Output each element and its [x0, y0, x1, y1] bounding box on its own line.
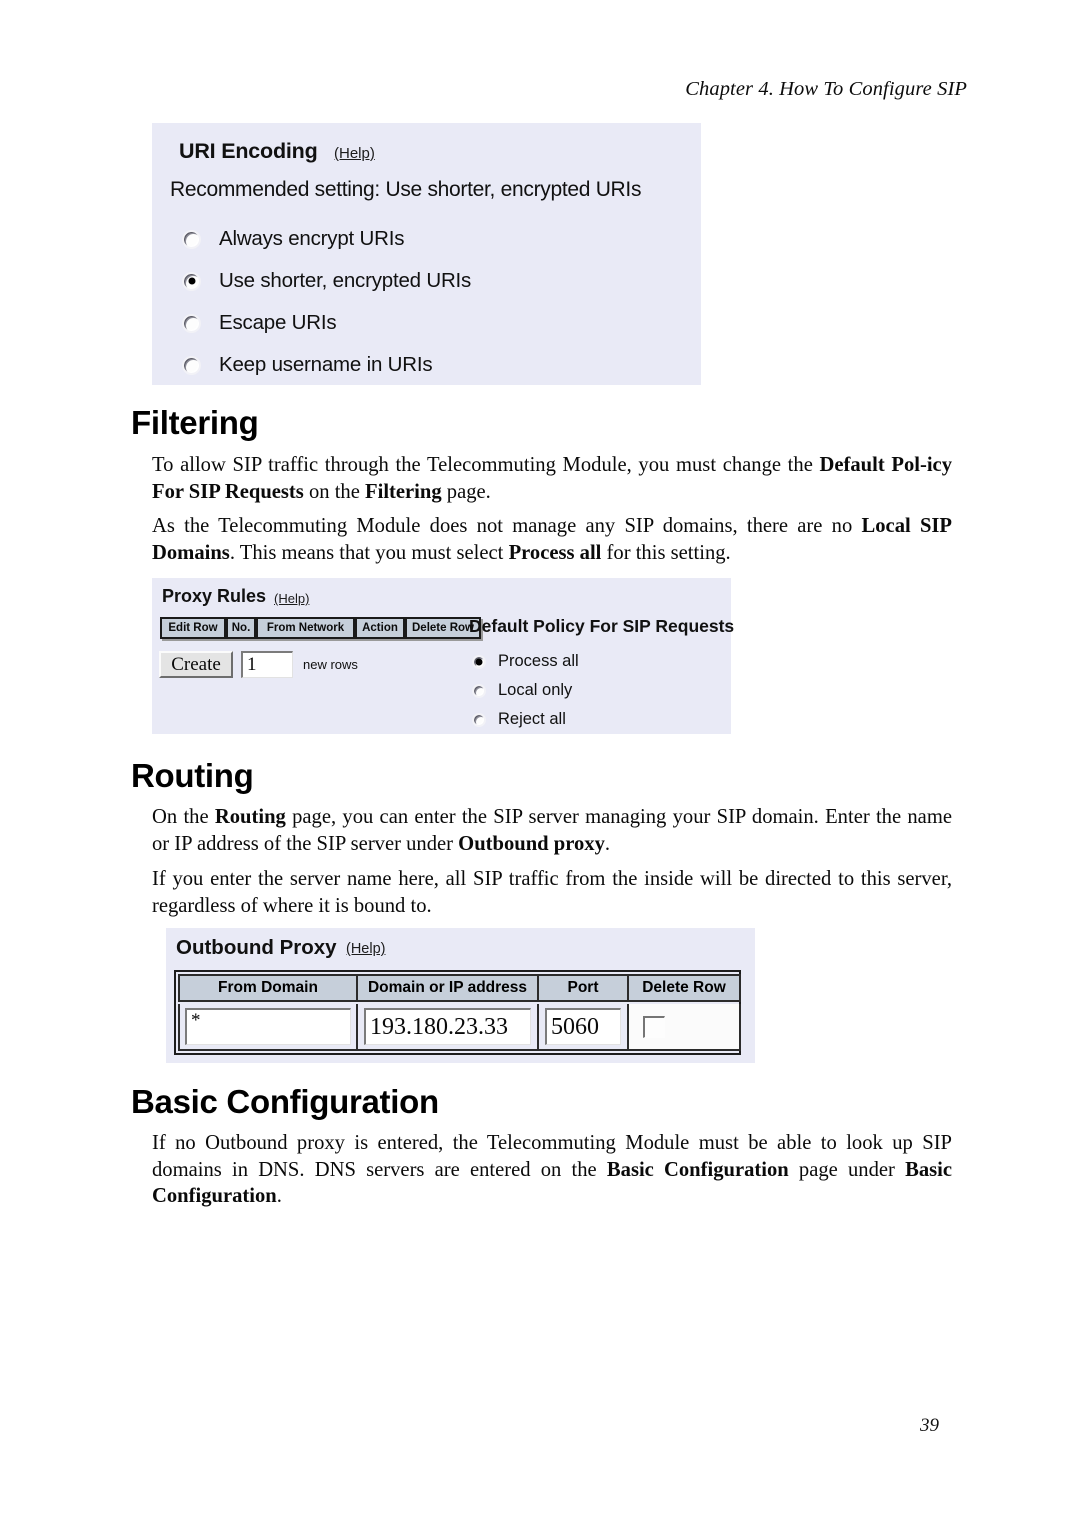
text-run: on the	[303, 480, 366, 503]
text-run: page.	[441, 480, 491, 503]
proxy-rules-help-link[interactable]: (Help)	[274, 591, 309, 606]
default-policy-option-reject-all[interactable]: Reject all	[472, 710, 566, 729]
text-run-bold: Basic Configuration	[606, 1158, 789, 1181]
radio-icon[interactable]	[472, 712, 486, 727]
radio-icon[interactable]	[182, 355, 201, 375]
uri-encoding-option-use-shorter[interactable]: .radio.checked::after{width:7px;height:7…	[182, 269, 471, 293]
column-header-action[interactable]: Action	[355, 617, 405, 639]
column-header-label: Delete Row	[642, 979, 726, 996]
option-label: Local only	[498, 681, 573, 699]
column-header-from-network[interactable]: From Network	[256, 617, 355, 639]
page-number: 39	[920, 1415, 939, 1436]
column-header-label: Domain or IP address	[367, 979, 528, 996]
cell-from-domain: *	[178, 1004, 358, 1051]
text-run-bold: Domains	[152, 541, 230, 564]
option-label: Always encrypt URIs	[219, 227, 405, 250]
uri-encoding-title: URI Encoding	[179, 139, 318, 163]
basic-configuration-paragraph-1: If no Outbound proxy is entered, the Tel…	[152, 1130, 952, 1210]
filtering-paragraph-1: To allow SIP traffic through the Telecom…	[152, 452, 952, 505]
default-policy-title: Default Policy For SIP Requests	[469, 616, 735, 636]
option-label: Escape URIs	[219, 311, 337, 334]
radio-icon[interactable]	[182, 229, 201, 249]
routing-heading: Routing	[131, 757, 254, 794]
uri-encoding-panel: URI Encoding (Help) Recommended setting:…	[152, 123, 701, 385]
text-run: . This means that you must select	[229, 541, 509, 564]
proxy-rules-title: Proxy Rules	[162, 586, 267, 606]
text-run-bold: Outbound proxy	[458, 832, 605, 855]
filtering-heading: Filtering	[131, 404, 259, 441]
text-run: for this setting.	[601, 541, 731, 564]
column-header-label: From Domain	[218, 979, 318, 996]
create-rows-control: Create 1 new rows	[159, 651, 358, 678]
basic-configuration-heading: Basic Configuration	[131, 1083, 439, 1120]
text-run-bold: Default Pol-	[819, 454, 927, 476]
radio-selected-icon[interactable]: .radio.checked::after{width:7px;height:7…	[182, 271, 201, 291]
default-policy-option-process-all[interactable]: Process all	[472, 652, 579, 671]
proxy-rules-panel: Proxy Rules (Help) Edit Row No. From Net…	[152, 578, 735, 734]
text-run: .	[604, 832, 611, 855]
column-header-port[interactable]: Port	[539, 974, 629, 1002]
text-run: page under	[788, 1158, 906, 1181]
outbound-proxy-help-link[interactable]: (Help)	[346, 941, 385, 957]
uri-encoding-option-escape-uris[interactable]: Escape URIs	[182, 311, 337, 335]
outbound-proxy-title: Outbound Proxy	[176, 936, 337, 959]
column-header-edit-row[interactable]: Edit Row	[160, 617, 226, 639]
table-header-row: From Domain Domain or IP address Port De…	[178, 974, 741, 1002]
option-label: Process all	[498, 652, 579, 670]
option-label: Keep username in URIs	[219, 353, 433, 376]
uri-encoding-help-link[interactable]: (Help)	[334, 145, 375, 162]
column-header-label: Port	[567, 979, 599, 996]
text-run: .	[276, 1185, 282, 1207]
text-run-bold: Routing	[214, 806, 286, 828]
cell-delete-row	[629, 1004, 741, 1051]
radio-selected-icon[interactable]	[472, 654, 486, 669]
column-header-domain-or-ip[interactable]: Domain or IP address	[358, 974, 539, 1002]
proxy-rules-header-row: Edit Row No. From Network Action Delete …	[160, 617, 481, 639]
outbound-proxy-table: From Domain Domain or IP address Port De…	[174, 970, 741, 1055]
cell-domain-or-ip: 193.180.23.33	[358, 1004, 539, 1051]
table-row: * 193.180.23.33 5060	[178, 1004, 741, 1051]
text-run-bold: Filtering	[365, 480, 442, 503]
option-label: Reject all	[498, 710, 566, 728]
routing-paragraph-1: On the Routing page, you can enter the S…	[152, 804, 952, 857]
domain-or-ip-input[interactable]: 193.180.23.33	[364, 1008, 531, 1045]
running-head: Chapter 4. How To Configure SIP	[685, 78, 967, 100]
text-run-bold: Basic	[905, 1158, 952, 1181]
new-rows-input[interactable]: 1	[241, 651, 293, 678]
column-header-delete-row[interactable]: Delete Row	[629, 974, 741, 1002]
outbound-proxy-panel: Outbound Proxy (Help) From Domain Domain…	[166, 928, 755, 1063]
radio-icon[interactable]	[182, 313, 201, 333]
delete-row-checkbox[interactable]	[643, 1015, 665, 1038]
text-run-bold: Configuration	[152, 1185, 277, 1207]
option-label: Use shorter, encrypted URIs	[219, 269, 472, 292]
uri-encoding-option-always-encrypt[interactable]: Always encrypt URIs	[182, 227, 405, 251]
routing-paragraph-2: If you enter the server name here, all S…	[152, 868, 952, 917]
text-run-bold: Local SIP	[861, 515, 952, 537]
text-run-bold: Process all	[508, 541, 602, 564]
cell-port: 5060	[539, 1004, 629, 1051]
uri-encoding-option-keep-username[interactable]: Keep username in URIs	[182, 353, 433, 377]
radio-icon[interactable]	[472, 683, 486, 698]
create-button[interactable]: Create	[159, 651, 233, 678]
column-header-from-domain[interactable]: From Domain	[178, 974, 358, 1002]
new-rows-label: new rows	[303, 657, 358, 672]
text-run: To allow SIP traffic through the Telecom…	[152, 454, 820, 476]
uri-encoding-recommendation: Recommended setting: Use shorter, encryp…	[170, 178, 642, 201]
column-header-no[interactable]: No.	[226, 617, 256, 639]
default-policy-option-local-only[interactable]: Local only	[472, 681, 572, 700]
from-domain-input[interactable]: *	[185, 1008, 351, 1045]
filtering-paragraph-2: As the Telecommuting Module does not man…	[152, 513, 952, 566]
port-input[interactable]: 5060	[545, 1008, 621, 1045]
text-run: On the	[152, 806, 215, 828]
text-run: As the Telecommuting Module does not man…	[152, 515, 862, 537]
